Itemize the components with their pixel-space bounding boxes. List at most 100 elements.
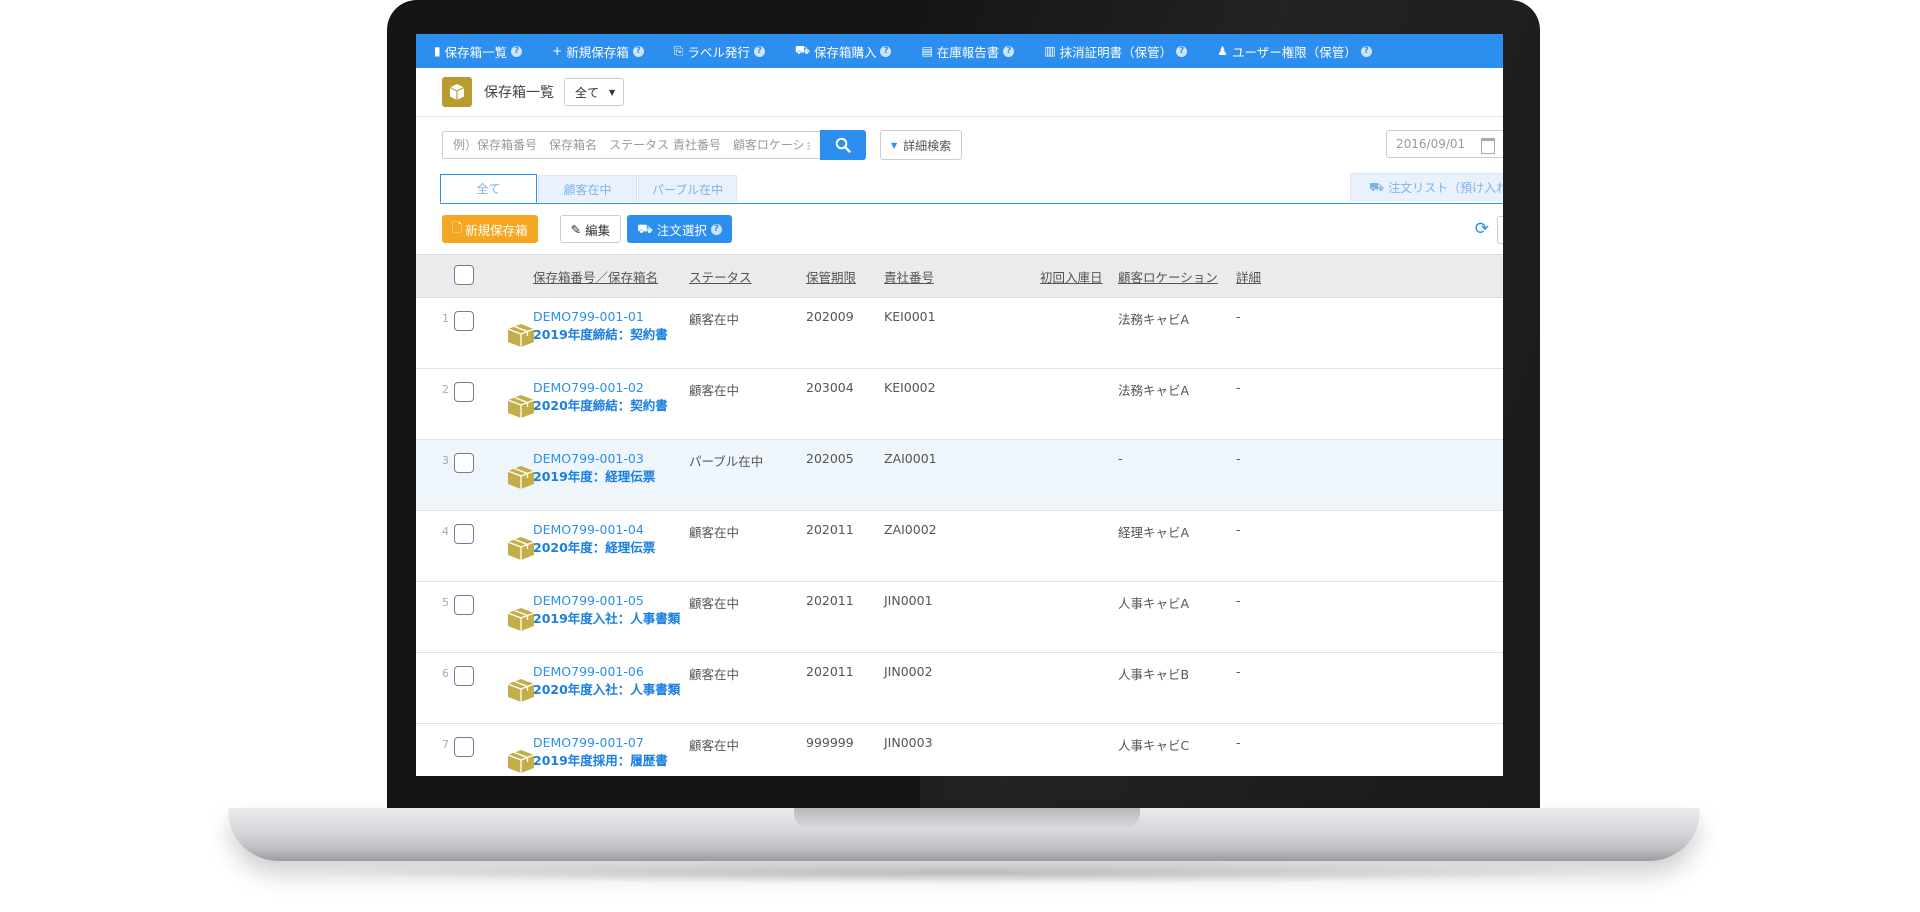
- nav-item-box-list[interactable]: ▮ 保存箱一覧 ?: [434, 42, 523, 61]
- row-number: 5: [442, 596, 449, 609]
- nav-label: 在庫報告書: [936, 44, 1000, 60]
- table-row[interactable]: 7 DEMO799-001-07 2019年度採用：履歴書 顧客在中 99999…: [416, 724, 1503, 776]
- row-number: 1: [442, 312, 449, 325]
- box-icon: [507, 324, 535, 347]
- row-number: 7: [442, 738, 449, 751]
- row-checkbox[interactable]: [454, 453, 474, 473]
- header-detail[interactable]: 詳細: [1236, 267, 1261, 286]
- status-cell: 顧客在中: [689, 383, 740, 398]
- box-code-link[interactable]: DEMO799-001-06: [533, 664, 644, 679]
- location-cell: 人事キャビB: [1118, 667, 1190, 682]
- page-title: 保存箱一覧: [484, 85, 554, 101]
- select-all-checkbox[interactable]: [454, 265, 474, 285]
- header-period[interactable]: 保管期限: [806, 267, 856, 286]
- header-status[interactable]: ステータス: [689, 267, 752, 286]
- order-select-label: 注文選択: [656, 222, 707, 238]
- help-icon[interactable]: ?: [1360, 45, 1372, 57]
- nav-label: ラベル発行: [687, 44, 750, 60]
- nav-item-certificate[interactable]: ▥ 抹消証明書（保管） ?: [1044, 42, 1188, 61]
- period-cell: 202011: [806, 522, 854, 537]
- box-icon: [507, 679, 535, 702]
- box-code-link[interactable]: DEMO799-001-01: [533, 309, 644, 324]
- order-list-tab[interactable]: ⛟ 注文リスト（預け入れ）: [1350, 173, 1503, 201]
- search-button[interactable]: [820, 130, 866, 160]
- help-icon[interactable]: ?: [880, 45, 892, 57]
- table-row[interactable]: 6 DEMO799-001-06 2020年度入社：人事書類 顧客在中 2020…: [416, 653, 1503, 724]
- box-icon: [507, 608, 535, 631]
- help-icon[interactable]: ?: [511, 45, 523, 57]
- box-name: 2019年度：経理伝票: [533, 469, 656, 484]
- edit-label: 編集: [585, 222, 611, 238]
- plus-icon: +: [552, 44, 563, 58]
- row-number: 3: [442, 454, 449, 467]
- box-code-link[interactable]: DEMO799-001-02: [533, 380, 644, 395]
- nav-item-user-permissions[interactable]: ♟ ユーザー権限（保管） ?: [1217, 42, 1372, 61]
- nav-item-label-issue[interactable]: ⎘ ラベル発行 ?: [674, 42, 765, 61]
- box-code-link[interactable]: DEMO799-001-07: [533, 735, 644, 750]
- app-screen: ▮ 保存箱一覧 ? + 新規保存箱 ? ⎘ ラベル発行 ? ⛟ 保存箱購入 ? …: [416, 34, 1503, 776]
- nav-item-box-purchase[interactable]: ⛟ 保存箱購入 ?: [795, 42, 892, 61]
- search-input[interactable]: [442, 131, 820, 159]
- advanced-search-button[interactable]: ▼ 詳細検索: [880, 130, 963, 160]
- nav-item-stock-report[interactable]: ▤ 在庫報告書 ?: [921, 42, 1015, 61]
- edit-button[interactable]: ✎ 編集: [559, 215, 622, 243]
- row-checkbox[interactable]: [454, 595, 474, 615]
- cart-icon: ⛟: [794, 43, 810, 57]
- period-cell: 202009: [806, 309, 854, 324]
- nav-item-new-box[interactable]: + 新規保存箱 ?: [552, 42, 644, 61]
- period-cell: 999999: [806, 735, 854, 750]
- help-icon[interactable]: ?: [710, 223, 722, 235]
- period-cell: 202011: [806, 593, 854, 608]
- box-code-link[interactable]: DEMO799-001-03: [533, 451, 644, 466]
- table-row[interactable]: 2 DEMO799-001-02 2020年度締結：契約書 顧客在中 20300…: [416, 369, 1503, 440]
- help-icon[interactable]: ?: [632, 45, 644, 57]
- header-number-name[interactable]: 保存箱番号／保存箱名: [533, 267, 658, 286]
- help-icon[interactable]: ?: [1176, 45, 1188, 57]
- table-row[interactable]: 1 DEMO799-001-01 2019年度締結：契約書 顧客在中 20200…: [416, 298, 1503, 369]
- refresh-icon[interactable]: ⟳: [1475, 219, 1489, 239]
- detail-cell: -: [1236, 522, 1241, 537]
- help-icon[interactable]: ?: [1003, 45, 1015, 57]
- new-box-button[interactable]: 🗋 新規保存箱: [442, 215, 538, 243]
- laptop-base-notch: [794, 808, 1140, 830]
- label-icon: ⎘: [673, 43, 684, 58]
- period-cell: 202005: [806, 451, 854, 466]
- row-checkbox[interactable]: [454, 311, 474, 331]
- tab-purple[interactable]: パーブル在中: [638, 175, 737, 202]
- tab-bar: 全て 顧客在中 パーブル在中 ⛟ 注文リスト（預け入れ）: [440, 173, 1503, 204]
- status-cell: パーブル在中: [689, 454, 764, 469]
- header-first-in[interactable]: 初回入庫日: [1040, 267, 1103, 286]
- box-code-link[interactable]: DEMO799-001-05: [533, 593, 644, 608]
- row-checkbox[interactable]: [454, 382, 474, 402]
- box-name: 2019年度締結：契約書: [533, 327, 668, 342]
- table-row[interactable]: 3 DEMO799-001-03 2019年度：経理伝票 パーブル在中 2020…: [416, 440, 1503, 511]
- detail-cell: -: [1236, 664, 1241, 679]
- settings-edge-button[interactable]: [1497, 216, 1503, 244]
- row-checkbox[interactable]: [454, 666, 474, 686]
- filter-select[interactable]: 全て ▼: [564, 78, 625, 106]
- table-body: 1 DEMO799-001-01 2019年度締結：契約書 顧客在中 20200…: [416, 298, 1503, 776]
- box-icon: [507, 537, 535, 560]
- top-navigation: ▮ 保存箱一覧 ? + 新規保存箱 ? ⎘ ラベル発行 ? ⛟ 保存箱購入 ? …: [416, 34, 1503, 68]
- location-cell: 法務キャビA: [1118, 312, 1190, 327]
- row-checkbox[interactable]: [454, 737, 474, 757]
- pencil-icon: ✎: [570, 221, 582, 237]
- help-icon[interactable]: ?: [753, 45, 765, 57]
- detail-cell: -: [1236, 451, 1241, 466]
- row-number: 4: [442, 525, 449, 538]
- box-code-link[interactable]: DEMO799-001-04: [533, 522, 644, 537]
- header-location[interactable]: 顧客ロケーション: [1118, 267, 1218, 286]
- chevron-down-icon: ▼: [609, 87, 616, 97]
- row-checkbox[interactable]: [454, 524, 474, 544]
- nav-label: 保存箱一覧: [444, 44, 508, 60]
- location-cell: 法務キャビA: [1118, 383, 1190, 398]
- table-row[interactable]: 4 DEMO799-001-04 2020年度：経理伝票 顧客在中 202011…: [416, 511, 1503, 582]
- date-input[interactable]: 2016/09/01: [1386, 130, 1503, 158]
- tab-customer[interactable]: 顧客在中: [538, 175, 637, 202]
- company-no-cell: JIN0002: [884, 664, 933, 679]
- header-company-no[interactable]: 責社番号: [884, 267, 934, 286]
- order-select-button[interactable]: ⛟ 注文選択 ?: [627, 215, 732, 243]
- table-row[interactable]: 5 DEMO799-001-05 2019年度入社：人事書類 顧客在中 2020…: [416, 582, 1503, 653]
- tab-all[interactable]: 全て: [440, 174, 537, 203]
- company-no-cell: JIN0001: [884, 593, 933, 608]
